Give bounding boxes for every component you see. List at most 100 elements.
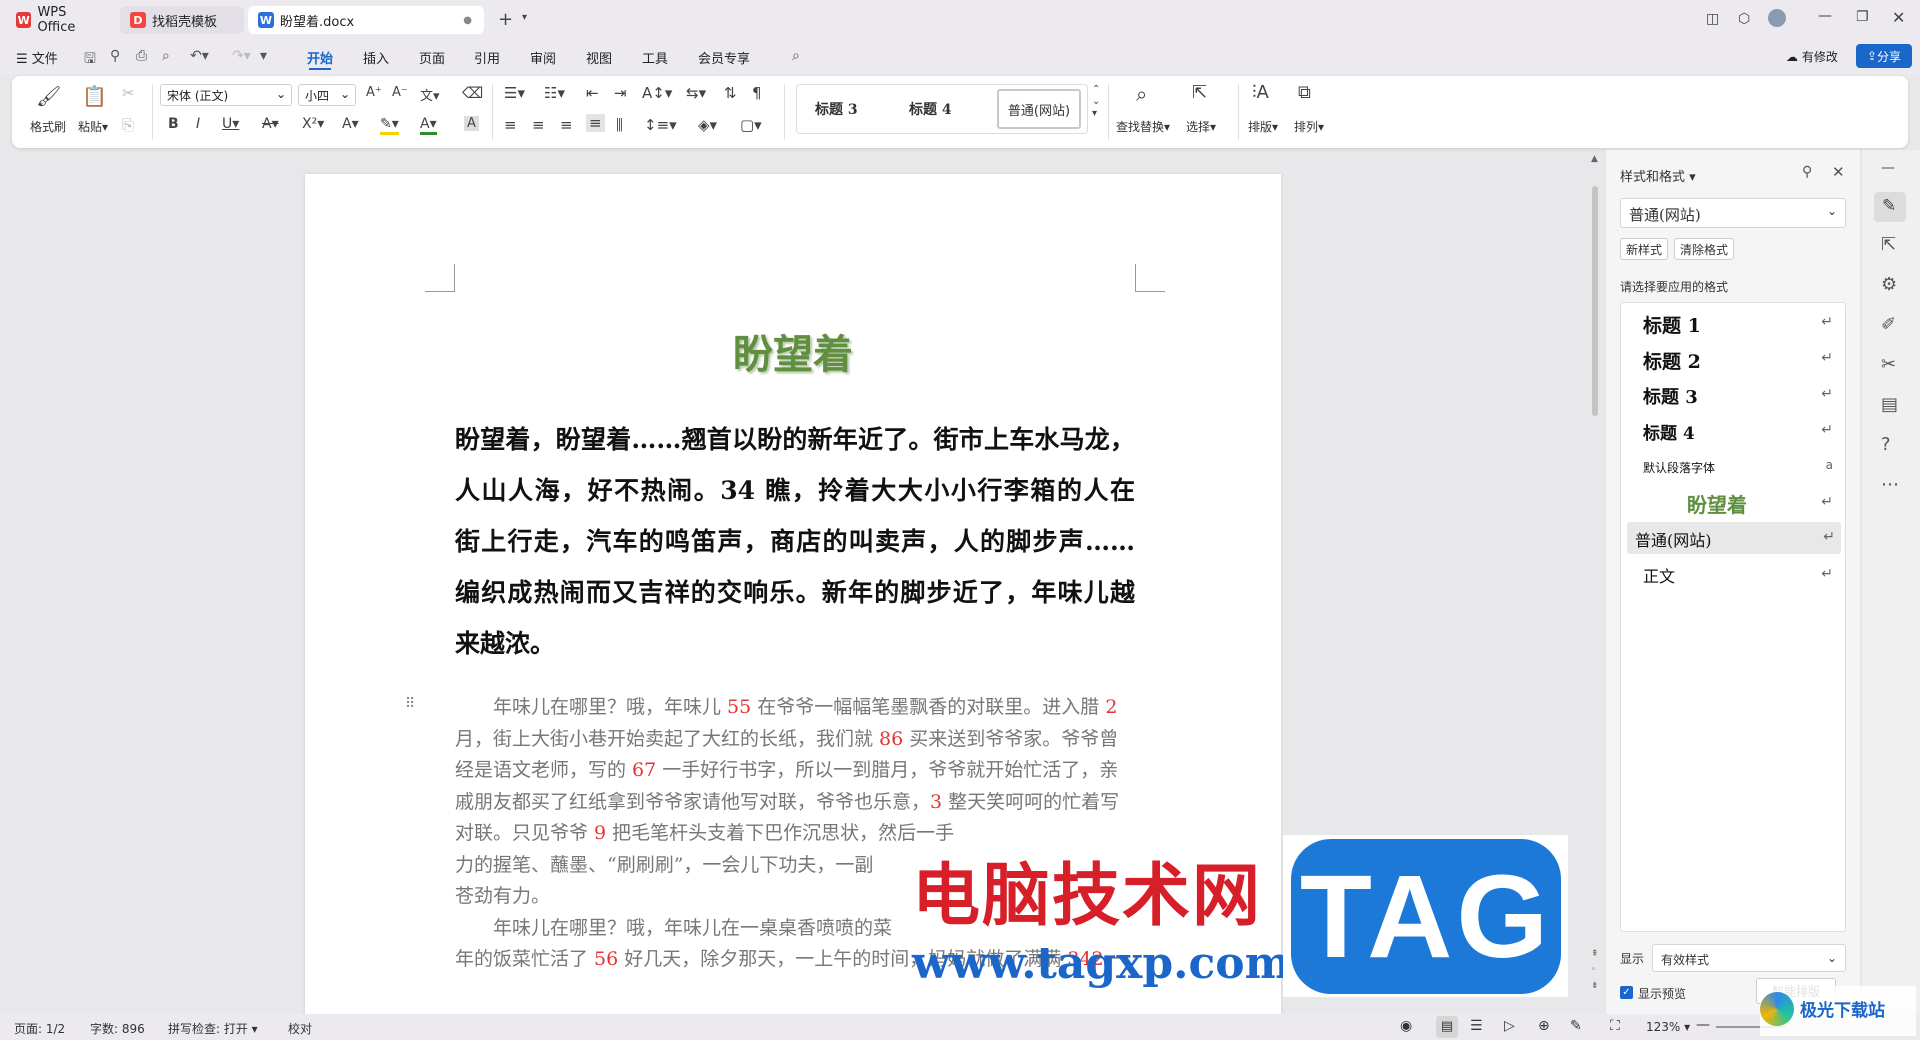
tab-document[interactable]: W 盼望着.docx ● [248,6,484,34]
text-effect-icon[interactable]: A▾ [342,116,359,132]
vertical-scrollbar[interactable]: ▲ ⇞ ◦ ⇟ [1590,150,1600,1020]
search-icon[interactable]: ⌕ [792,48,800,64]
font-size-select[interactable]: 小四 ⌄ [298,84,356,106]
redo-icon[interactable]: ↷▾ [232,48,251,64]
intro-line[interactable]: 街上行走，汽车的鸣笛声，商店的叫卖声，人的脚步声…… [455,522,1135,558]
menu-start[interactable]: 开始 [307,48,333,70]
distribute-icon[interactable]: ⫼ [616,116,623,134]
modified-status[interactable]: ☁ 有修改 [1786,48,1838,65]
link-icon[interactable]: ⚲ [110,48,120,64]
find-replace-button[interactable]: 查找替换▾ [1116,118,1170,135]
panel-title[interactable]: 样式和格式 ▾ [1620,166,1696,185]
style-heading4[interactable]: 标题 4 [909,99,952,119]
play-icon[interactable]: ▷ [1504,1018,1515,1034]
arrange-icon[interactable]: ⧉ [1298,82,1311,103]
more-icon[interactable]: ▾ [260,48,267,64]
book-icon[interactable]: ▤ [1881,394,1898,415]
panel-close-icon[interactable]: ✕ [1832,163,1845,181]
show-select[interactable]: 有效样式 ⌄ [1652,944,1846,972]
paste-button[interactable]: 粘贴▾ [78,118,108,135]
new-style-button[interactable]: 新样式 [1620,238,1668,260]
outline-icon[interactable]: ☰ [1470,1018,1483,1034]
menu-page[interactable]: 页面 [419,48,445,67]
clear-format-button[interactable]: 清除格式 [1674,238,1734,260]
menu-reference[interactable]: 引用 [474,48,500,67]
menu-insert[interactable]: 插入 [363,48,389,67]
cursor-select-icon[interactable]: ⇱ [1192,82,1207,103]
style-item-heading3[interactable]: 标题 3 ↵ [1621,377,1845,411]
style-item-title[interactable]: 盼望着 ↵ [1621,485,1845,519]
print-icon[interactable]: ⎙ [136,48,147,64]
copy-icon[interactable]: ⎘ [122,116,134,134]
more-options-icon[interactable]: ⋯ [1881,474,1899,495]
line-spacing-icon[interactable]: ↕≡▾ [644,116,677,134]
close-icon[interactable]: ✕ [1892,8,1905,27]
strikethrough-icon[interactable]: A▾ [262,116,279,132]
font-color-icon[interactable]: A▾ [420,116,437,135]
collapse-icon[interactable]: — [1881,160,1895,176]
body-line[interactable]: 经是语文老师，写的 67 一手好行书字，所以一到腊月，爷爷就开始忙活了，亲 [455,755,1135,782]
proofread[interactable]: 校对 [288,1020,312,1037]
sort-swap-icon[interactable]: ⇆▾ [686,84,706,102]
page-view-icon[interactable]: ▤ [1436,1016,1458,1038]
border-icon[interactable]: ▢▾ [740,116,762,134]
body-line[interactable]: 戚朋友都买了红纸拿到爷爷家请他写对联，爷爷也乐意，3 整天笑呵呵的忙着写 [455,787,1135,814]
menu-member[interactable]: 会员专享 [698,48,750,67]
style-heading3[interactable]: 标题 3 [815,99,858,119]
underline-icon[interactable]: U▾ [222,116,239,132]
pin-icon[interactable]: ⚲ [1802,164,1812,180]
zoom-level[interactable]: 123% ▾ [1646,1020,1690,1034]
intro-line[interactable]: 人山人海，好不热闹。34 瞧，拎着大大小小行李箱的人在 [455,471,1135,507]
cursor-icon[interactable]: ⇱ [1881,234,1896,255]
increase-indent-icon[interactable]: ⇥ [614,84,627,102]
undo-icon[interactable]: ↶▾ [190,48,209,64]
style-item-heading2[interactable]: 标题 2 ↵ [1621,341,1845,375]
text-direction-icon[interactable]: A↕▾ [642,84,672,102]
highlight-icon[interactable]: ✎▾ [380,116,399,135]
body-line[interactable]: 年味儿在哪里？哦，年味儿 55 在爷爷一幅幅笔墨飘香的对联里。进入腊 2 [455,692,1135,719]
menu-tools[interactable]: 工具 [642,48,668,67]
font-family-select[interactable]: 宋体 (正文) ⌄ [160,84,292,106]
menu-review[interactable]: 审阅 [530,48,556,67]
page-nav-icons[interactable]: ⇞ ◦ ⇟ [1591,946,1599,994]
document-edit-icon[interactable]: ✐ [1881,314,1896,335]
cube-icon[interactable]: ⬡ [1738,11,1750,27]
font-grow-icon[interactable]: A⁺ [366,85,382,100]
new-tab-icon[interactable]: + [498,9,513,30]
tab-close-icon[interactable]: ● [463,15,472,26]
tools-icon[interactable]: ✂ [1881,354,1896,375]
help-icon[interactable]: ? [1881,434,1891,455]
drag-handle-icon[interactable]: ⠿ [405,696,415,712]
avatar[interactable] [1768,9,1786,27]
scroll-up-icon[interactable]: ▲ [1591,154,1598,164]
arrange-button[interactable]: 排列▾ [1294,118,1324,135]
preview-checkbox[interactable]: ✓ [1620,986,1633,999]
bold-icon[interactable]: B [168,116,179,132]
paste-icon[interactable]: 📋 [82,84,107,108]
typeset-icon[interactable]: ⫶A [1252,82,1269,103]
phonetic-icon[interactable]: 文▾ [420,85,440,104]
body-line[interactable]: 月，街上大街小巷开始卖起了大红的长纸，我们就 86 买来送到爷爷家。爷爷曾 [455,724,1135,751]
show-marks-icon[interactable]: ¶ [752,84,762,102]
numbered-list-icon[interactable]: ☷▾ [544,84,565,102]
align-right-icon[interactable]: ≡ [560,116,573,134]
italic-icon[interactable]: I [196,116,200,132]
clear-format-icon[interactable]: ⌫ [462,84,483,102]
align-center-icon[interactable]: ≡ [532,116,545,134]
intro-line[interactable]: 编织成热闹而又吉祥的交响乐。新年的脚步近了，年味儿越 [455,573,1135,609]
settings-sliders-icon[interactable]: ⚙ [1881,274,1897,295]
format-painter-button[interactable]: 格式刷 [30,118,66,135]
style-item-normal-web[interactable]: 普通(网站) ↵ [1627,522,1841,554]
menu-view[interactable]: 视图 [586,48,612,67]
select-button[interactable]: 选择▾ [1186,118,1216,135]
save-icon[interactable]: 🖫 [84,48,96,72]
style-item-heading1[interactable]: 标题 1 ↵ [1621,305,1845,339]
print-preview-icon[interactable]: ⌕ [162,48,170,64]
current-style-select[interactable]: 普通(网站) ⌄ [1620,198,1846,228]
typeset-button[interactable]: 排版▾ [1248,118,1278,135]
justify-icon[interactable]: ≡ [586,114,605,132]
style-item-body[interactable]: 正文 ↵ [1621,557,1845,591]
align-left-icon[interactable]: ≡ [504,116,517,134]
spell-check[interactable]: 拼写检查: 打开 ▾ [168,1020,258,1037]
superscript-icon[interactable]: X²▾ [302,116,324,132]
